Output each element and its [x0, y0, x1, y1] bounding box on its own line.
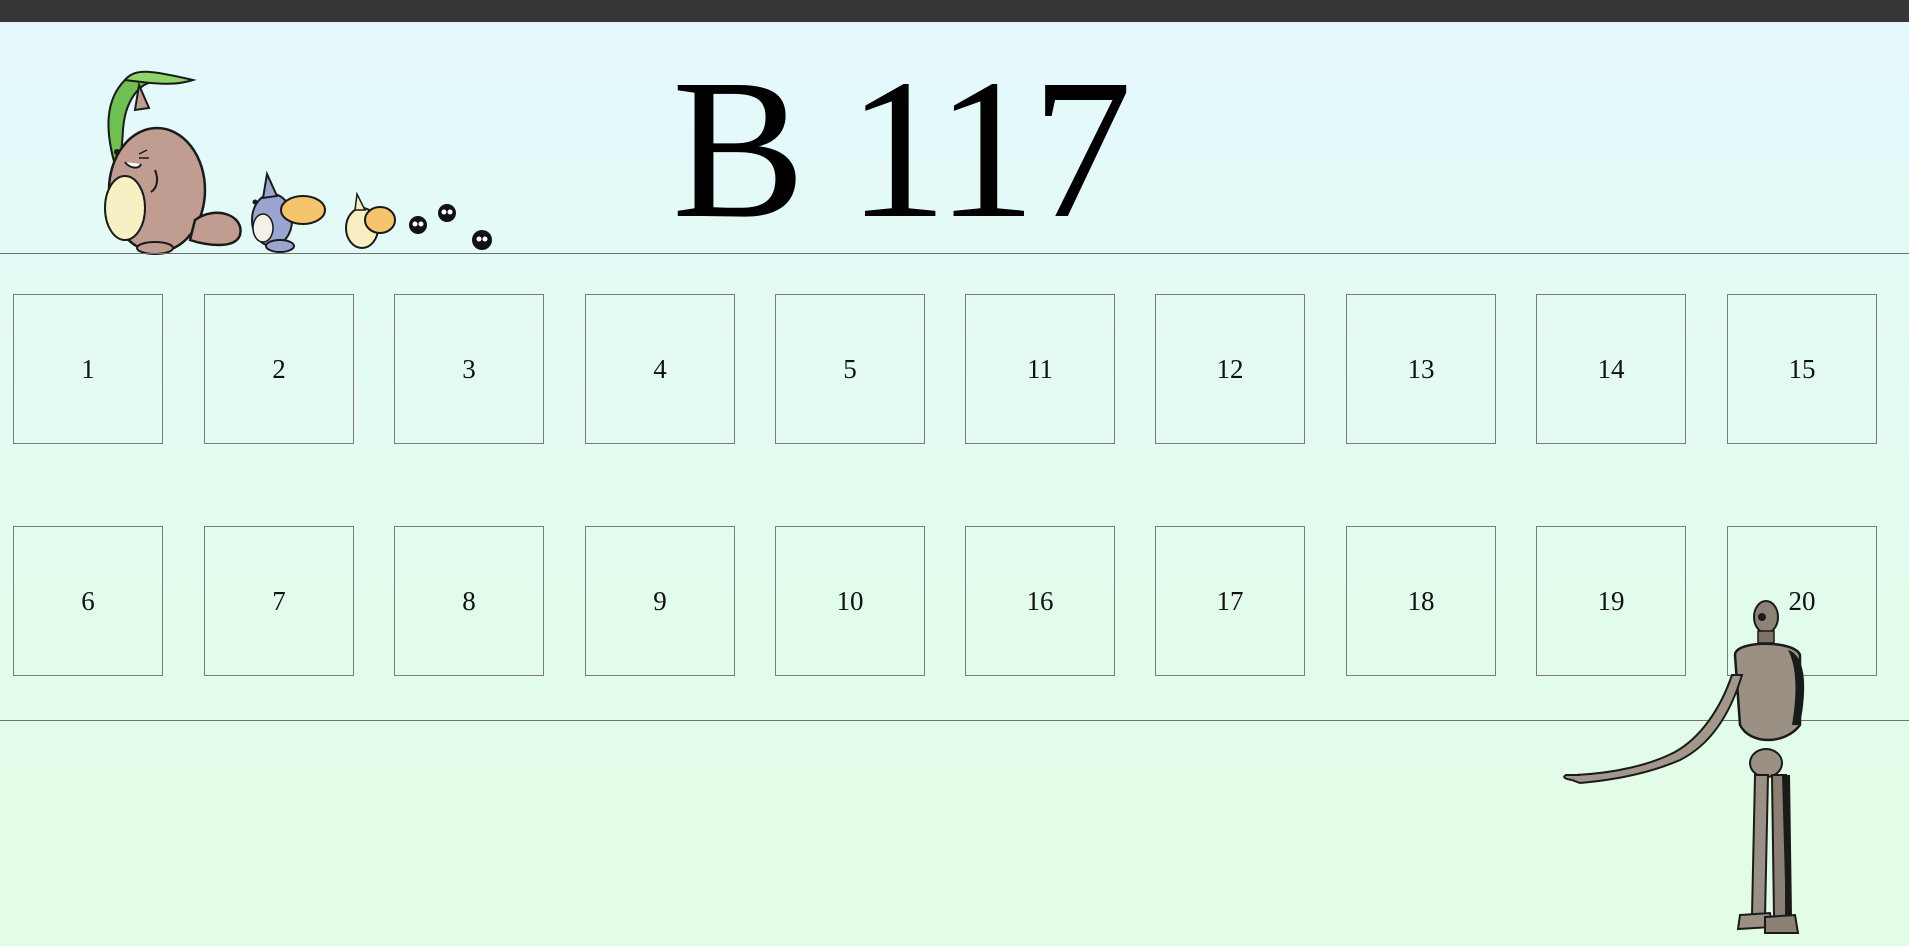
- seat-15[interactable]: 15: [1727, 294, 1877, 444]
- laputa-robot-icon: [1563, 600, 1805, 934]
- totoro-family-icon: [104, 70, 492, 255]
- seat-12[interactable]: 12: [1155, 294, 1305, 444]
- seat-8[interactable]: 8: [394, 526, 544, 676]
- seat-3[interactable]: 3: [394, 294, 544, 444]
- seat-10[interactable]: 10: [775, 526, 925, 676]
- seat-1[interactable]: 1: [13, 294, 163, 444]
- seat-9[interactable]: 9: [585, 526, 735, 676]
- seat-7[interactable]: 7: [204, 526, 354, 676]
- seat-14[interactable]: 14: [1536, 294, 1686, 444]
- seat-18[interactable]: 18: [1346, 526, 1496, 676]
- seat-4[interactable]: 4: [585, 294, 735, 444]
- seat-5[interactable]: 5: [775, 294, 925, 444]
- seat-2[interactable]: 2: [204, 294, 354, 444]
- seat-6[interactable]: 6: [13, 526, 163, 676]
- seat-16[interactable]: 16: [965, 526, 1115, 676]
- seat-17[interactable]: 17: [1155, 526, 1305, 676]
- seat-13[interactable]: 13: [1346, 294, 1496, 444]
- divider-top: [0, 253, 1909, 254]
- seat-11[interactable]: 11: [965, 294, 1115, 444]
- top-bar: [0, 0, 1909, 22]
